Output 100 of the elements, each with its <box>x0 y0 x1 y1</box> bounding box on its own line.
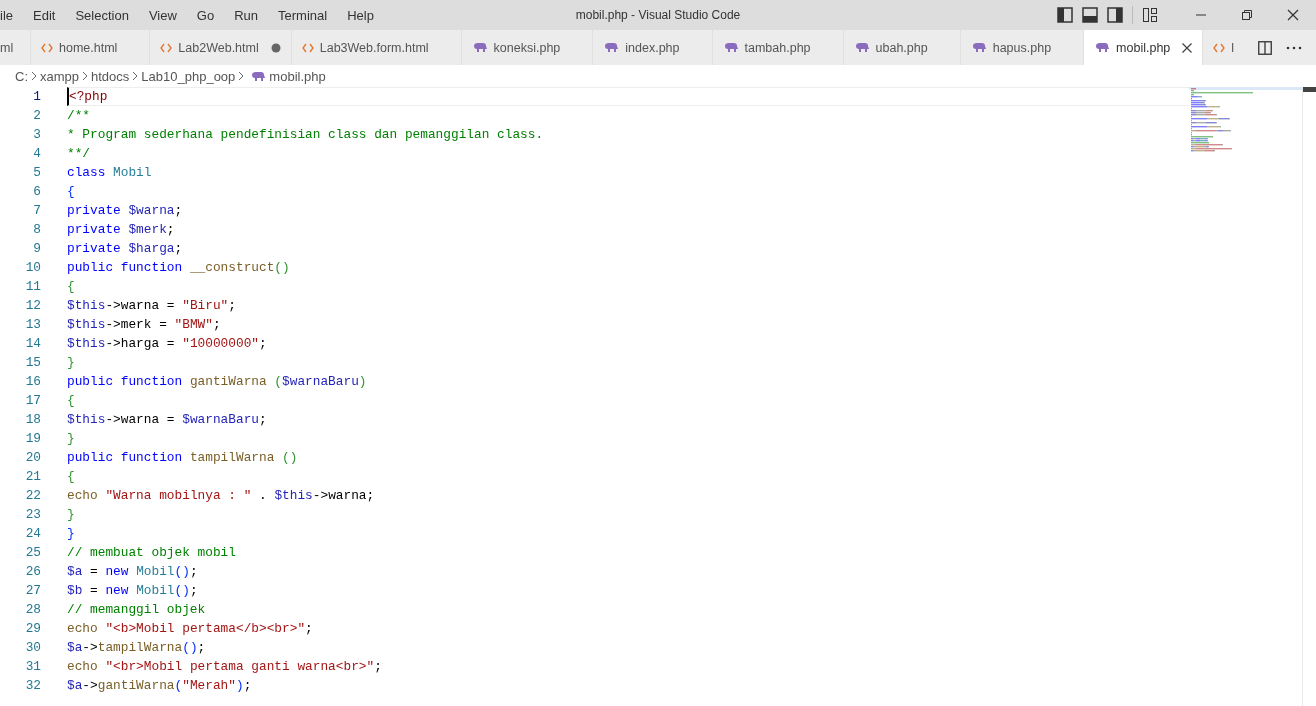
breadcrumb-item[interactable]: Lab10_php_oop <box>141 68 236 84</box>
breadcrumb-item[interactable]: C: <box>15 68 28 84</box>
code-line: **/ <box>67 145 92 163</box>
scrollbar[interactable] <box>1302 87 1316 706</box>
right-panel-toggle-icon[interactable] <box>1107 7 1123 23</box>
code-line: } <box>67 430 76 448</box>
editor-tab[interactable]: tambah.php <box>712 30 844 65</box>
line-number: 31 <box>24 658 42 676</box>
line-number: 18 <box>24 411 42 429</box>
editor-tab[interactable]: index.php <box>593 30 713 65</box>
line-number: 22 <box>24 487 42 505</box>
menu-item[interactable]: View <box>138 7 187 23</box>
elephant-icon <box>970 42 987 53</box>
code-line: private $harga; <box>67 240 184 258</box>
line-number: 9 <box>32 240 42 258</box>
elephant-icon <box>250 70 267 82</box>
menu-item[interactable]: Go <box>186 7 225 23</box>
menu-item[interactable]: Selection <box>65 7 139 23</box>
editor-tab[interactable]: l <box>1203 30 1237 65</box>
code-line: $a->tampilWarna(); <box>67 639 207 657</box>
chevron-right-icon <box>82 71 89 81</box>
code-line: $this->warna = $warnaBaru; <box>67 411 268 429</box>
code-line: } <box>67 525 76 543</box>
code-line: $b = new Mobil(); <box>67 582 199 600</box>
left-panel-toggle-icon[interactable] <box>1057 7 1073 23</box>
code-line: * Program sederhana pendefinisian class dan pemanggilan class. <box>67 126 545 144</box>
menu-item[interactable]: ile <box>0 7 23 23</box>
close-icon[interactable] <box>1181 41 1194 54</box>
layout-grid-icon[interactable] <box>1142 7 1158 23</box>
chevron-right-icon <box>238 71 245 81</box>
line-number: 23 <box>24 506 42 524</box>
menu-item[interactable]: Run <box>224 7 269 23</box>
line-number: 20 <box>24 449 42 467</box>
code-line: { <box>67 278 76 296</box>
more-actions-icon[interactable] <box>1286 45 1302 50</box>
elephant-icon <box>1094 42 1111 53</box>
code-line: } <box>67 506 76 524</box>
line-number: 1 <box>32 88 42 106</box>
code-brackets-icon <box>41 42 53 53</box>
editor-tab[interactable]: ml <box>0 30 31 65</box>
code-line: public function gantiWarna ($warnaBaru) <box>67 373 368 391</box>
line-number: 26 <box>24 563 42 581</box>
code-brackets-icon <box>1213 42 1226 53</box>
menu-item[interactable]: Edit <box>23 7 66 23</box>
menu-item[interactable]: Help <box>337 7 384 23</box>
line-number: 32 <box>24 677 42 695</box>
line-number: 19 <box>24 430 42 448</box>
line-number: 29 <box>24 620 42 638</box>
line-number: 17 <box>24 392 42 410</box>
split-editor-icon[interactable] <box>1258 40 1272 55</box>
code-line: echo "<b>Mobil pertama</b><br>"; <box>67 620 314 638</box>
editor-tab[interactable]: home.html <box>31 30 151 65</box>
restore-icon[interactable] <box>1241 9 1253 21</box>
code-brackets-icon <box>160 42 173 53</box>
code-line: // memanggil objek <box>67 601 207 619</box>
line-number: 6 <box>32 183 42 201</box>
elephant-icon <box>471 42 488 53</box>
line-number: 12 <box>24 297 42 315</box>
code-brackets-icon <box>301 42 314 53</box>
line-number: 2 <box>32 107 42 125</box>
editor-tab[interactable]: mobil.php <box>1084 30 1204 65</box>
line-number: 16 <box>24 373 42 391</box>
editor-tab[interactable]: ubah.php <box>843 30 961 65</box>
code-line: { <box>67 392 76 410</box>
code-line: public function __construct() <box>67 259 291 277</box>
editor-tab[interactable]: Lab3Web.form.html <box>291 30 462 65</box>
line-number: 27 <box>24 582 42 600</box>
line-number: 14 <box>24 335 42 353</box>
code-line: { <box>67 468 76 486</box>
line-number: 11 <box>24 278 42 296</box>
code-line: <?php <box>67 87 1189 106</box>
chevron-right-icon <box>31 71 37 81</box>
unsaved-dot-icon <box>270 42 281 53</box>
code-line: } <box>67 354 76 372</box>
window-title: mobil.php - Visual Studio Code <box>574 8 742 22</box>
menu-item[interactable]: Terminal <box>268 7 338 23</box>
line-number: 13 <box>24 316 42 334</box>
code-line: private $warna; <box>67 202 184 220</box>
code-line: /** <box>67 107 92 125</box>
line-number: 15 <box>24 354 42 372</box>
code-line: $a = new Mobil(); <box>67 563 199 581</box>
breadcrumb-item[interactable]: xampp <box>40 68 80 84</box>
chevron-right-icon <box>132 71 139 81</box>
line-number: 25 <box>24 544 42 562</box>
code-line: $this->merk = "BMW"; <box>67 316 222 334</box>
code-line: // membuat objek mobil <box>67 544 237 562</box>
breadcrumb-item[interactable]: mobil.php <box>269 68 326 84</box>
code-line: $this->warna = "Biru"; <box>67 297 237 315</box>
code-line: { <box>67 183 76 201</box>
line-number: 8 <box>32 221 42 239</box>
editor-tab[interactable]: Lab2Web.html <box>150 30 292 65</box>
line-number: 5 <box>32 164 42 182</box>
breadcrumb-item[interactable]: htdocs <box>91 68 130 84</box>
line-number: 30 <box>24 639 42 657</box>
code-line: class Mobil <box>67 164 153 182</box>
line-number: 7 <box>32 202 42 220</box>
code-line: echo "<br>Mobil pertama ganti warna<br>"; <box>67 658 383 676</box>
close-icon[interactable] <box>1287 9 1299 21</box>
bottom-panel-toggle-icon[interactable] <box>1082 7 1098 23</box>
editor-tab[interactable]: koneksi.php <box>461 30 594 65</box>
